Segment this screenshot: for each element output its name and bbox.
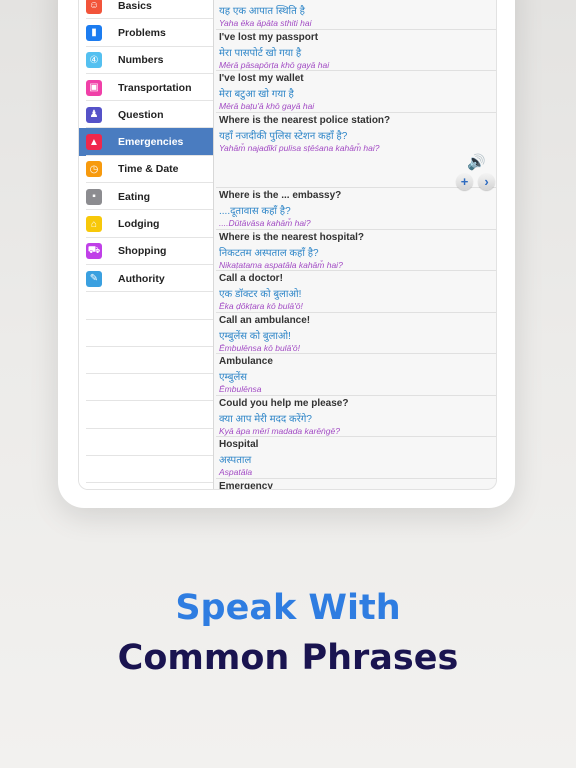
phrase-english: I've lost my wallet: [219, 73, 304, 84]
sidebar-item-numbers[interactable]: ④ Numbers: [79, 47, 213, 75]
sidebar-item-label: Problems: [118, 26, 166, 39]
add-favorite-button[interactable]: +: [456, 173, 473, 190]
sidebar-item-eating[interactable]: ▪ Eating: [79, 183, 213, 211]
phrase-row[interactable]: I've lost my wallet मेरा बटुआ खो गया है Mē…: [216, 71, 496, 113]
phrase-english: Where is the nearest police station?: [219, 114, 391, 126]
speaker-icon[interactable]: 🔊: [467, 153, 486, 171]
phrase-list[interactable]: Emergency Hospital अस्पताल Aspatāla Could yo…: [216, 0, 496, 490]
phrase-hindi: एम्बुलेंस: [219, 372, 248, 383]
phrase-english: Could you help me please?: [219, 397, 349, 409]
headline-line-2: Common Phrases: [117, 638, 459, 678]
next-button[interactable]: ›: [478, 173, 495, 190]
phrase-row[interactable]: Could you help me please? क्या आप मेरी मद…: [216, 396, 496, 437]
person-icon: ♟: [86, 106, 102, 123]
phrase-row[interactable]: Ambulance एम्बुलेंस Ēmbulēnsa: [216, 354, 496, 396]
phrase-hindi: मेरा पासपोर्ट खो गया है: [219, 47, 302, 59]
sidebar-item-question[interactable]: ♟ Question: [79, 101, 213, 129]
sidebar-item-label: Question: [118, 108, 164, 121]
sidebar-item-label: Basics: [118, 0, 152, 12]
phrase-english: I've lost my passport: [219, 31, 319, 43]
phrase-row[interactable]: Where is the ... embassy? ....दूतावास कहा…: [216, 188, 496, 230]
phrase-transliteration: Mērā baṭu'ā khō gayā hai: [219, 101, 315, 111]
empty-row: [79, 483, 213, 489]
phrase-transliteration: Ēmbulēnsa kō bulā'ō!: [219, 342, 301, 353]
phrase-row[interactable]: Hospital अस्पताल Aspatāla: [216, 437, 496, 479]
sidebar-item-label: Numbers: [118, 54, 164, 67]
pen-icon: ✎: [86, 270, 102, 287]
phrase-transliteration: Yahām̐ najadīkī pulisa sṭēśana kahām̐ ha…: [219, 142, 380, 153]
app-screen: ☺ Basics ▮ Problems ④ Numbers ▣ Transportation ♟…: [78, 0, 497, 490]
phrase-hindi: यह एक आपात स्थिति है: [219, 6, 305, 17]
sidebar-item-time-date[interactable]: ◷ Time & Date: [79, 156, 213, 184]
empty-row: [79, 429, 213, 457]
sidebar-item-lodging[interactable]: ⌂ Lodging: [79, 210, 213, 238]
empty-row: [79, 401, 213, 430]
phrase-english: Call an ambulance!: [219, 314, 311, 326]
phrase-english: Emergency: [219, 480, 273, 490]
phrase-english: Hospital: [219, 439, 259, 450]
phrase-hindi: मेरा बटुआ खो गया है: [219, 89, 294, 100]
problems-icon: ▮: [86, 24, 102, 41]
food-icon: ▪: [86, 188, 102, 205]
phrase-transliteration: Nikaṭatama aspatāla kahām̐ hai?: [219, 259, 343, 270]
phrase-english: Ambulance: [219, 356, 273, 367]
phrase-hindi: क्या आप मेरी मदद करेंगे?: [219, 413, 312, 425]
sidebar-item-basics[interactable]: ☺ Basics: [79, 0, 213, 20]
phrase-hindi: ....दूतावास कहाँ है?: [219, 206, 291, 217]
number-four-icon: ④: [86, 52, 102, 69]
phrase-english: Where is the nearest hospital?: [219, 231, 365, 243]
phrase-hindi: निकटतम अस्पताल कहाँ है?: [219, 247, 319, 259]
sidebar-item-label: Transportation: [118, 81, 192, 94]
clock-icon: ◷: [86, 161, 102, 178]
house-icon: ⌂: [86, 216, 102, 233]
phrase-row[interactable]: I've lost my passport मेरा पासपोर्ट खो गय…: [216, 30, 496, 71]
sidebar-item-shopping[interactable]: ⛟ Shopping: [79, 238, 213, 266]
phrase-row[interactable]: Where is the nearest police station? यहाँ…: [216, 113, 496, 188]
phrase-english: Call a doctor!: [219, 273, 283, 284]
sidebar-item-authority[interactable]: ✎ Authority: [79, 265, 213, 293]
sidebar-item-emergencies[interactable]: ▲ Emergencies: [79, 128, 213, 157]
sidebar-item-transportation[interactable]: ▣ Transportation: [79, 74, 213, 102]
sidebar-item-label: Authority: [118, 272, 165, 285]
cart-icon: ⛟: [86, 243, 102, 260]
phrase-row[interactable]: Where is the nearest hospital? निकटतम अस्…: [216, 230, 496, 271]
sidebar-item-label: Emergencies: [118, 136, 184, 149]
sidebar-item-problems[interactable]: ▮ Problems: [79, 19, 213, 47]
phrase-row[interactable]: It's an emergency यह एक आपात स्थिति हैYah…: [216, 0, 496, 30]
phrase-transliteration: Ēka ḍŏkṭara kō bulā'ō!: [219, 301, 303, 311]
phrase-english: It's an emergency: [219, 0, 303, 1]
empty-row: [79, 347, 213, 375]
empty-row: [79, 292, 213, 320]
phrase-row[interactable]: Call an ambulance! एम्बुलेंस को बुलाओ! Ēmb…: [216, 313, 496, 354]
empty-row: [79, 456, 213, 484]
headline-line-1: Speak With: [175, 588, 401, 628]
phrase-hindi: यहाँ नजदीकी पुलिस स्टेशन कहाँ है?: [219, 130, 348, 142]
sidebar-item-label: Time & Date: [118, 163, 179, 176]
phrase-transliteration: Ēmbulēnsa: [219, 384, 262, 394]
empty-row: [79, 374, 213, 402]
phrase-row[interactable]: Emergency: [216, 479, 496, 490]
phrase-hindi: एक डॉक्टर को बुलाओ!: [219, 289, 302, 300]
siren-icon: ▲: [86, 134, 102, 151]
phrase-row[interactable]: Call a doctor! एक डॉक्टर को बुलाओ! Ēka ḍŏk…: [216, 271, 496, 313]
phrase-transliteration: ....Dūtāvāsa kahām̐ hai?: [219, 218, 311, 228]
phrase-transliteration: Yaha ēka āpāta sthiti hai: [219, 18, 312, 28]
phrase-english: Where is the ... embassy?: [219, 190, 342, 201]
category-sidebar: ☺ Basics ▮ Problems ④ Numbers ▣ Transportation ♟…: [79, 0, 214, 489]
sidebar-item-label: Eating: [118, 190, 151, 203]
smile-icon: ☺: [86, 0, 102, 14]
sidebar-item-label: Shopping: [118, 245, 167, 258]
sidebar-item-label: Lodging: [118, 218, 160, 231]
phrase-hindi: एम्बुलेंस को बुलाओ!: [219, 330, 291, 342]
phrase-transliteration: Mērā pāsapōrṭa khō gayā hai: [219, 59, 330, 70]
bus-icon: ▣: [86, 79, 102, 96]
phrase-transliteration: Aspatāla: [219, 467, 253, 477]
phrase-transliteration: Kyā āpa mērī madada karēṅgē?: [219, 425, 340, 436]
empty-row: [79, 320, 213, 348]
phrase-hindi: अस्पताल: [219, 455, 252, 466]
